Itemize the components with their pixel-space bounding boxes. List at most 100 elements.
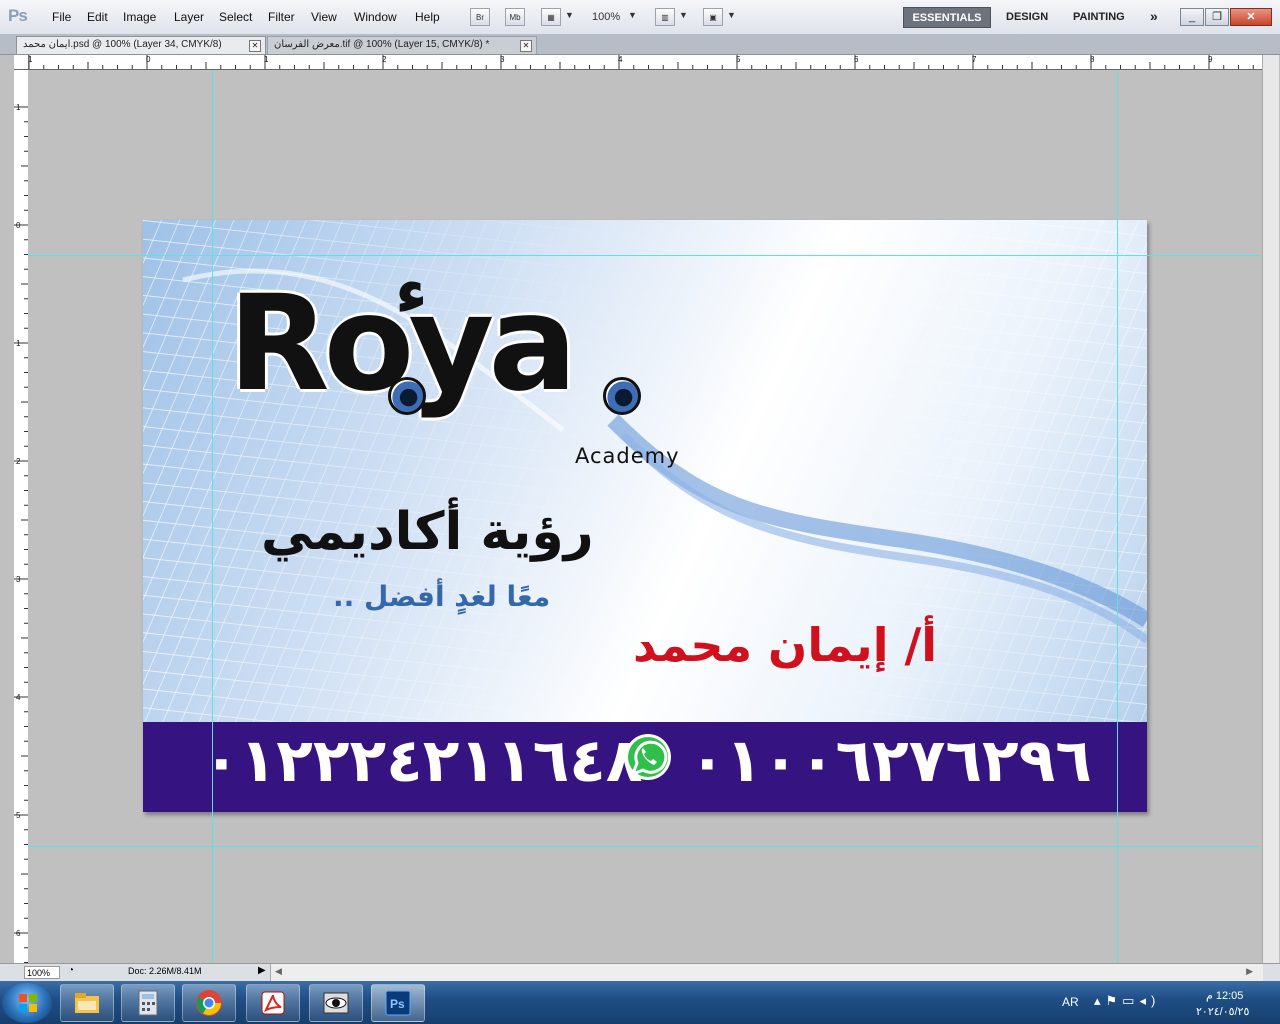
workspace-painting[interactable]: PAINTING: [1073, 7, 1125, 28]
chevron-down-icon[interactable]: ▼: [727, 10, 736, 20]
ruler-label: 9: [1208, 55, 1213, 64]
pdf-icon: [261, 991, 285, 1015]
document-canvas[interactable]: ء Roya Academy رؤية أكاديمي معًا لغدٍ أف…: [28, 70, 1260, 963]
eye-icon: [603, 377, 641, 415]
ruler-label: 1: [16, 339, 21, 348]
business-card[interactable]: ء Roya Academy رؤية أكاديمي معًا لغدٍ أف…: [143, 220, 1147, 812]
ruler-label: 5: [16, 811, 21, 820]
menu-file[interactable]: File: [52, 10, 71, 24]
ruler-ticks: [28, 55, 1254, 69]
menu-view[interactable]: View: [311, 10, 337, 24]
taskbar-photoshop[interactable]: Ps: [371, 984, 425, 1022]
teacher-name: أ/ إيمان محمد: [633, 618, 938, 672]
ruler-label: 4: [618, 55, 623, 64]
ruler-label: 7: [972, 55, 977, 64]
status-bar: 100% ◔ Doc: 2.26M/8.41M ▶ ◀ ▶: [0, 963, 1280, 981]
vertical-scrollbar[interactable]: [1262, 55, 1279, 963]
windows-logo-icon: [19, 994, 37, 1012]
ruler-label: 3: [16, 575, 21, 584]
arabic-brand-name: رؤية أكاديمي: [261, 502, 594, 562]
ruler-ticks: [14, 106, 28, 963]
logo-subtitle: Academy: [575, 444, 680, 468]
scroll-left-icon[interactable]: ◀: [275, 966, 282, 977]
menu-help[interactable]: Help: [415, 10, 440, 24]
phone-number-1: ٠١٢٢٢٤٢١١٦٤٨: [203, 726, 643, 796]
tab-label: معرض الفرسان.tif @ 100% (Layer 15, CMYK/…: [274, 39, 490, 50]
menu-select[interactable]: Select: [219, 10, 252, 24]
ruler-label: 6: [16, 929, 21, 938]
ruler-label: 2: [382, 55, 387, 64]
workspace-design[interactable]: DESIGN: [1006, 7, 1048, 28]
clock-date[interactable]: ٢٠٢٤/٠٥/٢٥: [1196, 1005, 1249, 1018]
guide-vertical[interactable]: [212, 70, 213, 963]
ruler-label: 5: [736, 55, 741, 64]
chevron-down-icon[interactable]: ▼: [628, 10, 637, 20]
menu-image[interactable]: Image: [123, 10, 156, 24]
mini-bridge-button[interactable]: Mb: [505, 8, 525, 26]
ruler-label: 1: [16, 103, 21, 112]
start-button[interactable]: [2, 983, 52, 1023]
scroll-right-icon[interactable]: ▶: [1246, 966, 1253, 977]
photoshop-icon: Ps: [385, 990, 411, 1016]
folder-icon: [75, 993, 99, 1013]
screen-mode-icon[interactable]: ▣: [703, 8, 723, 26]
clock-time[interactable]: 12:05 م: [1206, 989, 1243, 1002]
guide-horizontal[interactable]: [28, 255, 1260, 256]
ruler-label: 3: [500, 55, 505, 64]
tab-label: ايمان محمد.psd @ 100% (Layer 34, CMYK/8): [23, 39, 222, 50]
ruler-origin[interactable]: [14, 55, 29, 70]
svg-text:Ps: Ps: [390, 997, 405, 1011]
document-tab-bar: ايمان محمد.psd @ 100% (Layer 34, CMYK/8)…: [0, 34, 1280, 55]
restore-button[interactable]: ❐: [1205, 8, 1229, 26]
chevron-down-icon[interactable]: ▼: [679, 10, 688, 20]
eye-viewer-icon: [323, 992, 349, 1014]
calculator-icon: [138, 990, 158, 1016]
menu-bar: Ps File Edit Image Layer Select Filter V…: [0, 0, 1280, 35]
zoom-field[interactable]: 100%: [24, 966, 60, 979]
close-button[interactable]: ✕: [1230, 8, 1272, 26]
taskbar-acrobat[interactable]: [246, 984, 300, 1022]
slogan: معًا لغدٍ أفضل ..: [333, 580, 551, 613]
taskbar-chrome[interactable]: [182, 984, 236, 1022]
ruler-label: 6: [854, 55, 859, 64]
guide-vertical[interactable]: [1117, 70, 1118, 963]
document-size: Doc: 2.26M/8.41M: [128, 966, 202, 976]
windows-taskbar: Ps AR ▴⚑▭◂) 12:05 م ٢٠٢٤/٠٥/٢٥: [0, 981, 1280, 1024]
photoshop-logo-icon: Ps: [8, 6, 28, 25]
taskbar-image-viewer[interactable]: [309, 984, 363, 1022]
horizontal-ruler[interactable]: 1 0 1 2 3 4 5 6 7 8 9: [14, 55, 1266, 70]
minimize-button[interactable]: _: [1180, 8, 1204, 26]
extras-icon[interactable]: ▦: [541, 8, 561, 26]
ruler-label: 0: [146, 55, 151, 64]
menu-window[interactable]: Window: [354, 10, 397, 24]
menu-filter[interactable]: Filter: [268, 10, 295, 24]
ruler-label: 2: [16, 457, 21, 466]
arrange-documents-icon[interactable]: ▥: [655, 8, 675, 26]
menu-edit[interactable]: Edit: [87, 10, 108, 24]
ruler-label: 0: [16, 221, 21, 230]
eye-icon: [388, 377, 426, 415]
horizontal-scrollbar[interactable]: ◀ ▶: [270, 964, 1263, 981]
workspace-info-icon[interactable]: ◔: [68, 965, 74, 976]
system-tray-icons[interactable]: ▴⚑▭◂): [1094, 993, 1160, 1009]
status-menu-icon[interactable]: ▶: [258, 965, 266, 976]
language-indicator[interactable]: AR: [1062, 995, 1079, 1009]
phone-number-2: ٠١٠٠٦٢٧٦٢٩٦: [689, 726, 1092, 796]
workspace-essentials[interactable]: ESSENTIALS: [903, 7, 991, 28]
document-tab-active[interactable]: ايمان محمد.psd @ 100% (Layer 34, CMYK/8)…: [16, 36, 266, 54]
vertical-ruler[interactable]: 1 0 1 2 3 4 5 6: [14, 69, 29, 963]
chrome-icon: [196, 990, 222, 1016]
taskbar-explorer[interactable]: [60, 984, 114, 1022]
more-workspaces-icon[interactable]: »: [1150, 6, 1158, 27]
chevron-down-icon[interactable]: ▼: [565, 10, 574, 20]
ruler-label: 1: [264, 55, 269, 64]
document-tab[interactable]: معرض الفرسان.tif @ 100% (Layer 15, CMYK/…: [267, 36, 537, 54]
ruler-label: 8: [1090, 55, 1095, 64]
bridge-button[interactable]: Br: [470, 8, 490, 26]
taskbar-calculator[interactable]: [121, 984, 175, 1022]
close-icon[interactable]: ✕: [249, 40, 261, 52]
close-icon[interactable]: ✕: [520, 40, 532, 52]
guide-horizontal[interactable]: [28, 846, 1260, 847]
menu-layer[interactable]: Layer: [174, 10, 204, 24]
zoom-level-select[interactable]: 100%: [592, 11, 620, 23]
